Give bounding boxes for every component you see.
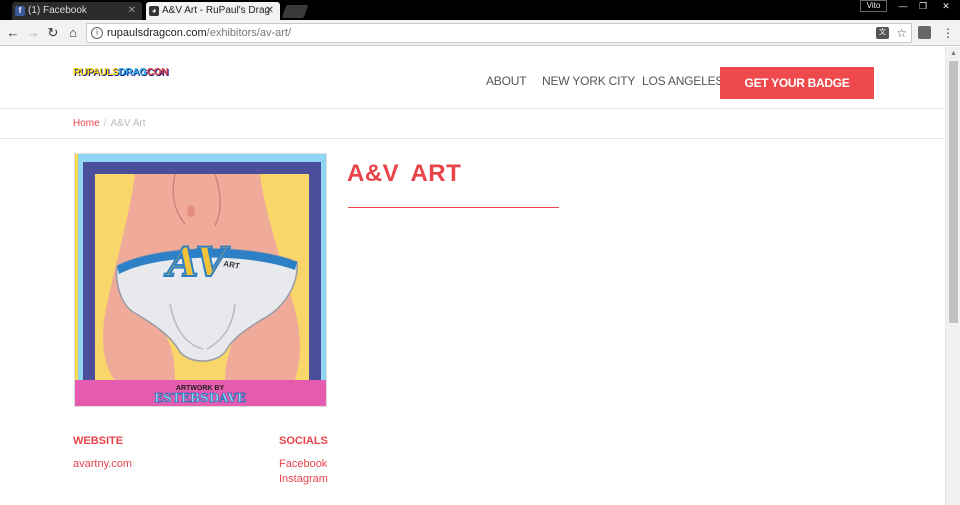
tab-title: A&V Art - RuPaul's Drag xyxy=(162,5,271,16)
site-header: RUPAULSDRAGCON ABOUT NEW YORK CITY LOS A… xyxy=(0,47,945,109)
url-text[interactable]: rupaulsdragcon.com/exhibitors/av-art/ xyxy=(107,24,291,42)
nav-los-angeles[interactable]: LOS ANGELES xyxy=(642,74,723,88)
site-favicon-icon: ◕ xyxy=(149,6,159,16)
nav-about[interactable]: ABOUT xyxy=(486,74,527,88)
page-scrollbar[interactable]: ▲ xyxy=(945,47,960,505)
reload-icon[interactable]: ↻ xyxy=(44,24,62,42)
scrollbar-thumb[interactable] xyxy=(949,61,958,323)
extension-icon[interactable] xyxy=(918,26,931,39)
get-your-badge-button[interactable]: GET YOUR BADGE xyxy=(720,67,874,99)
close-window-icon[interactable]: ✕ xyxy=(936,0,956,12)
artwork-caption-bottom: ESTEBSDAVE xyxy=(154,391,246,405)
exhibitor-artwork-image: AV ART ARTWORK BY ESTEBSDAVE xyxy=(74,153,327,407)
browser-toolbar: ← → ↻ ⌂ i rupaulsdragcon.com/exhibitors/… xyxy=(0,20,960,46)
info-icon[interactable]: i xyxy=(91,27,103,39)
socials-heading: SOCIALS xyxy=(279,435,328,447)
bookmark-star-icon[interactable]: ☆ xyxy=(896,24,907,42)
facebook-link[interactable]: Facebook xyxy=(279,458,327,470)
breadcrumb-divider xyxy=(0,138,945,139)
breadcrumb-home-link[interactable]: Home xyxy=(73,118,100,129)
website-link[interactable]: avartny.com xyxy=(73,458,132,470)
breadcrumb-separator: / xyxy=(103,118,107,129)
nav-new-york-city[interactable]: NEW YORK CITY xyxy=(542,74,635,88)
breadcrumb-current: A&V Art xyxy=(110,118,146,129)
restore-icon[interactable]: ❐ xyxy=(913,0,933,12)
minimize-icon[interactable]: — xyxy=(893,0,913,12)
page-title: A&V ART xyxy=(347,160,462,187)
tab-facebook[interactable]: f (1) Facebook ✕ xyxy=(12,2,142,20)
breadcrumb: Home / A&V Art xyxy=(73,118,145,129)
new-tab-button[interactable] xyxy=(281,5,309,18)
site-logo[interactable]: RUPAULSDRAGCON xyxy=(73,67,168,78)
forward-arrow-icon[interactable]: → xyxy=(24,24,42,42)
instagram-link[interactable]: Instagram xyxy=(279,473,328,485)
tab-title: (1) Facebook xyxy=(28,5,87,16)
scroll-up-arrow-icon[interactable]: ▲ xyxy=(949,49,958,59)
artwork-brand-text: AV xyxy=(163,239,230,286)
back-arrow-icon[interactable]: ← xyxy=(4,24,22,42)
close-tab-icon[interactable]: ✕ xyxy=(128,2,136,20)
website-heading: WEBSITE xyxy=(73,435,124,447)
facebook-favicon-icon: f xyxy=(15,6,25,16)
home-icon[interactable]: ⌂ xyxy=(64,24,82,42)
menu-dots-icon[interactable]: ⋮ xyxy=(942,24,954,42)
profile-button[interactable]: Vito xyxy=(860,0,887,12)
title-underline xyxy=(348,207,559,208)
translate-icon[interactable]: 文 xyxy=(876,27,889,39)
tab-av-art[interactable]: ◕ A&V Art - RuPaul's Drag ✕ xyxy=(146,2,280,20)
address-bar[interactable]: i rupaulsdragcon.com/exhibitors/av-art/ … xyxy=(86,23,912,43)
browser-tab-strip: f (1) Facebook ✕ ◕ A&V Art - RuPaul's Dr… xyxy=(0,0,960,20)
close-tab-icon[interactable]: ✕ xyxy=(266,2,274,20)
